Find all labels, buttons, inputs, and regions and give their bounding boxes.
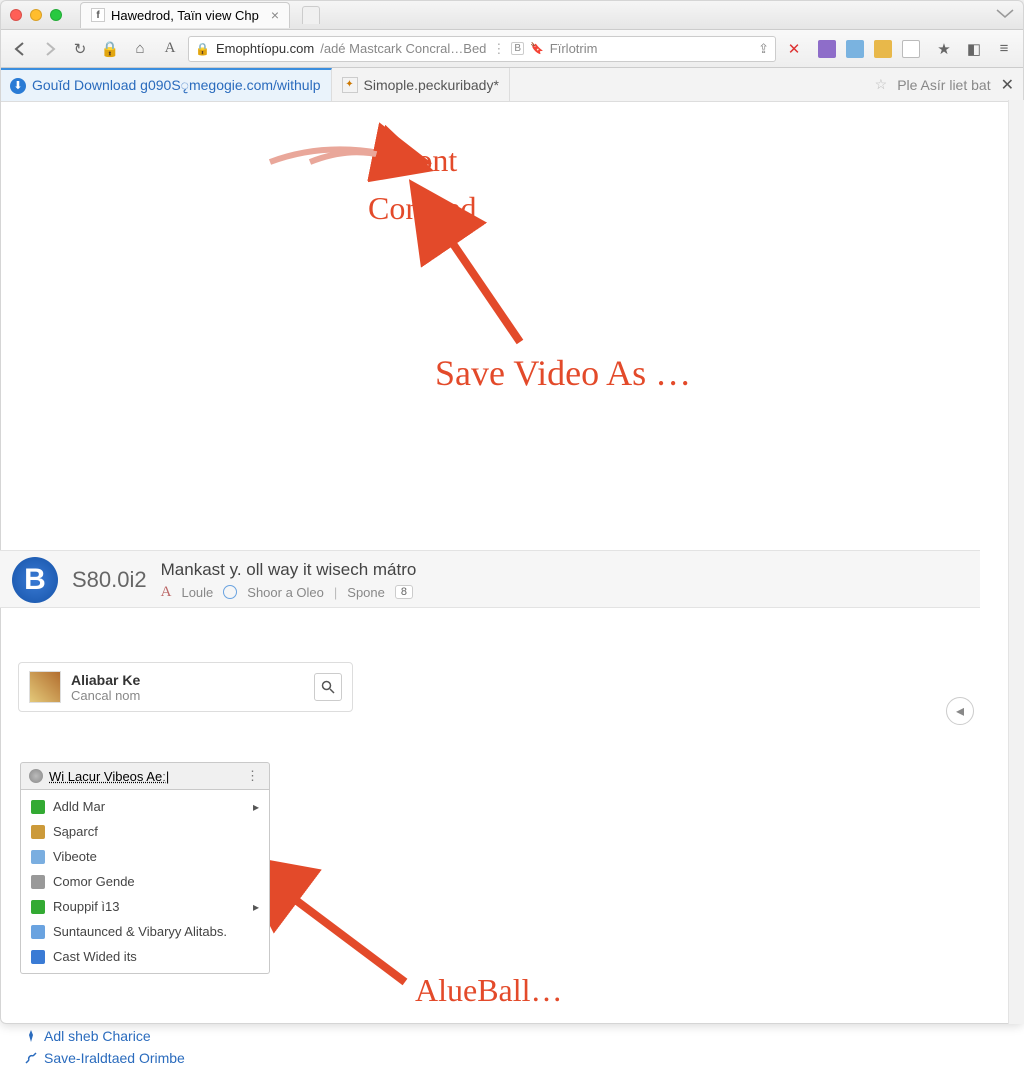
link-adl-sheb[interactable]: Adl sheb Charice [24,1028,185,1044]
search-card: Aliabar Ke Cancal nom [18,662,353,712]
link-label: Adl sheb Charice [44,1028,151,1044]
submenu-arrow-icon: ▸ [253,900,259,914]
context-menu-title: Wi Lacur Vibeos Aeː| [49,769,169,784]
bottom-links: Adl sheb Charice Save-Iraldtaed Orimbe [24,1022,185,1072]
link-label: Save-Iraldtaed Orimbe [44,1050,185,1066]
nav-prev-button[interactable]: ◂ [946,697,974,725]
context-menu-item[interactable]: Suntaunced & Vibaryy Alitabs. [21,919,269,944]
pin-icon [24,1029,38,1043]
menu-item-label: Suntaunced & Vibaryy Alitabs. [53,924,227,939]
more-icon[interactable]: ⋮ [246,768,261,784]
forward-button[interactable] [38,37,62,61]
globe-icon [29,769,43,783]
menu-item-icon [31,875,45,889]
author-badge-icon: A [161,584,172,601]
submenu-arrow-icon: ▸ [253,800,259,814]
site-logo: B [12,557,58,603]
panel-spone: Spone [347,585,385,600]
menu-item-label: Cast Wided its [53,949,137,964]
context-menu-item[interactable]: Cast Wided its [21,944,269,969]
panel-author: Loule [181,585,213,600]
context-menu-item[interactable]: Adld Mar ▸ [21,794,269,819]
context-menu-item[interactable]: Sąparcf [21,819,269,844]
menu-item-icon [31,825,45,839]
menu-item-label: Sąparcf [53,824,98,839]
link-icon [24,1051,38,1065]
clock-icon [223,585,237,599]
context-menu: Wi Lacur Vibeos Aeː| ⋮ Adld Mar ▸ Sąparcf V… [20,762,270,974]
menu-item-icon [31,800,45,814]
panel-title: Mankast y. oll way it wisech mátro [161,560,968,580]
context-menu-item[interactable]: Rouppif ì13 ▸ [21,894,269,919]
link-save[interactable]: Save-Iraldtaed Orimbe [24,1050,185,1066]
menu-item-label: Comor Gende [53,874,135,889]
menu-item-label: Rouppif ì13 [53,899,120,914]
vertical-scrollbar[interactable] [1008,100,1024,1024]
info-panel: B S80.0i2 Mankast y. oll way it wisech m… [0,550,980,608]
menu-item-label: Vibeote [53,849,97,864]
context-menu-item[interactable]: Comor Gende [21,869,269,894]
panel-mid: Shoor a Oleo [247,585,324,600]
search-button[interactable] [314,673,342,701]
search-card-title: Aliabar Ke [71,672,304,688]
search-card-subtitle: Cancal nom [71,688,304,703]
thumbnail [29,671,61,703]
context-menu-item[interactable]: Vibeote [21,844,269,869]
panel-number: S80.0i2 [72,567,147,593]
context-menu-header[interactable]: Wi Lacur Vibeos Aeː| ⋮ [20,762,270,790]
menu-item-icon [31,950,45,964]
panel-badge: 8 [395,585,413,599]
menu-item-icon [31,850,45,864]
menu-item-icon [31,900,45,914]
menu-item-label: Adld Mar [53,799,105,814]
menu-item-icon [31,925,45,939]
